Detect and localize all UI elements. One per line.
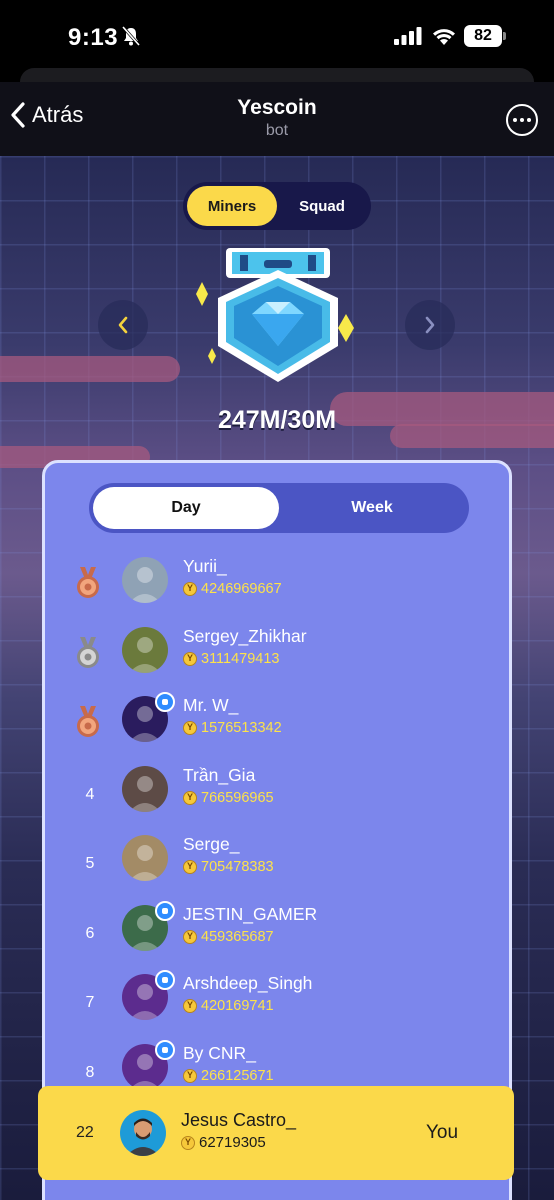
current-user-score-value: 62719305 xyxy=(199,1134,266,1151)
player-score: Y 459365687 xyxy=(183,929,274,945)
wifi-icon xyxy=(433,29,455,45)
verified-badge-icon xyxy=(155,1039,175,1060)
level-progress: 247M/30M xyxy=(217,406,337,434)
coin-icon: Y xyxy=(183,999,197,1013)
tab-squad[interactable]: Squad xyxy=(277,186,367,226)
player-score: Y 420169741 xyxy=(183,998,274,1014)
avatar xyxy=(120,1110,166,1156)
player-score-value: 266125671 xyxy=(201,1067,274,1084)
leaderboard-row[interactable]: 5 Serge_ Y 705478383 xyxy=(45,834,509,899)
status-bar: 9:13 82 xyxy=(0,0,554,72)
period-toggle: Day Week xyxy=(89,483,469,533)
background-cloud xyxy=(0,356,180,382)
cellular-signal-icon xyxy=(394,27,422,45)
user-avatar-icon xyxy=(126,1118,160,1156)
coin-icon: Y xyxy=(183,790,197,805)
current-user-rank: 22 xyxy=(76,1124,94,1141)
verified-badge-icon xyxy=(155,900,175,921)
tab-day[interactable]: Day xyxy=(93,487,279,529)
diamond-rank-badge-icon xyxy=(196,248,354,382)
rank-number: 5 xyxy=(85,855,95,872)
more-options-button[interactable] xyxy=(506,104,538,136)
avatar xyxy=(122,626,168,673)
silver-medal-icon xyxy=(77,636,99,668)
leaderboard-row[interactable]: Sergey_Zhikhar Y 3111479413 xyxy=(45,625,509,691)
clock: 9:13 xyxy=(68,24,119,51)
rank-number: 6 xyxy=(85,924,95,942)
player-score-value: 1576513342 xyxy=(201,720,282,736)
player-name: Serge_ xyxy=(183,834,240,854)
player-score-value: 3111479413 xyxy=(201,650,280,667)
more-dot-icon xyxy=(520,118,524,122)
player-score-value: 459365687 xyxy=(201,928,274,945)
coin-icon: Y xyxy=(183,929,197,944)
rank-number: 4 xyxy=(85,785,95,803)
user-avatar-icon xyxy=(129,845,161,881)
player-score: Y 766596965 xyxy=(183,790,274,806)
current-user-score: Y 62719305 xyxy=(181,1134,266,1151)
player-name: Yurii_ xyxy=(183,556,227,576)
chevron-right-icon xyxy=(425,316,435,334)
player-name: Sergey_Zhikhar xyxy=(183,625,307,646)
player-name: Trần_Gia xyxy=(183,764,256,785)
coin-icon: Y xyxy=(183,860,197,874)
player-score-value: 766596965 xyxy=(201,789,274,806)
player-score: Y 4246969667 xyxy=(183,581,282,597)
coin-icon: Y xyxy=(183,721,197,735)
nav-bar: Atrás Yescoin bot xyxy=(0,82,554,156)
player-score: Y 266125671 xyxy=(183,1068,274,1084)
chevron-left-icon xyxy=(118,316,128,334)
avatar xyxy=(122,765,168,812)
player-name: Arshdeep_Singh xyxy=(183,973,313,993)
verified-badge-icon xyxy=(155,970,175,990)
game-area: Miners Squad 247M/30M Day Week Yurii_ Y … xyxy=(0,156,554,1200)
user-avatar-icon xyxy=(129,775,161,812)
previous-level-button[interactable] xyxy=(98,300,148,350)
coin-icon: Y xyxy=(183,1068,197,1083)
avatar xyxy=(122,557,168,603)
player-name: JESTIN_GAMER xyxy=(183,903,318,924)
player-score-value: 705478383 xyxy=(201,859,274,875)
coin-icon: Y xyxy=(183,582,197,596)
leaderboard-row[interactable]: 7 Arshdeep_Singh Y 420169741 xyxy=(45,970,509,1038)
muted-bell-icon xyxy=(122,26,140,46)
player-score-value: 4246969667 xyxy=(201,581,282,597)
user-avatar-icon xyxy=(129,636,161,673)
leaderboard-row[interactable]: 6 JESTIN_GAMER Y 459365687 xyxy=(45,900,509,969)
current-user-name: Jesus Castro_ xyxy=(181,1110,297,1130)
player-score: Y 705478383 xyxy=(183,859,274,875)
current-user-row[interactable]: 22 Jesus Castro_ Y 62719305 You xyxy=(38,1086,514,1180)
page-title: Yescoin xyxy=(237,96,317,119)
more-dot-icon xyxy=(513,118,517,122)
leaderboard-row[interactable]: Yurii_ Y 4246969667 xyxy=(45,556,509,621)
coin-icon: Y xyxy=(181,1135,195,1150)
you-label: You xyxy=(426,1122,459,1143)
tab-miners[interactable]: Miners xyxy=(187,186,277,226)
player-name: Mr. W_ xyxy=(183,695,239,715)
bronze-medal-icon xyxy=(77,706,99,737)
more-dot-icon xyxy=(527,118,531,122)
player-score-value: 420169741 xyxy=(201,998,274,1014)
player-score: Y 3111479413 xyxy=(183,651,280,667)
rank-number: 8 xyxy=(85,1063,95,1081)
page-subtitle: bot xyxy=(265,122,289,139)
rank-number: 7 xyxy=(85,994,95,1011)
tab-week[interactable]: Week xyxy=(279,487,465,529)
next-level-button[interactable] xyxy=(405,300,455,350)
avatar xyxy=(122,835,168,881)
user-avatar-icon xyxy=(129,567,161,603)
coin-icon: Y xyxy=(183,651,197,666)
miners-squad-toggle: Miners Squad xyxy=(183,182,371,230)
battery-nub xyxy=(503,32,506,40)
leaderboard-row[interactable]: Mr. W_ Y 1576513342 xyxy=(45,692,509,760)
player-name: By CNR_ xyxy=(183,1042,256,1063)
verified-badge-icon xyxy=(155,692,175,712)
bronze-medal-icon xyxy=(77,567,99,598)
leaderboard-row[interactable]: 4 Trần_Gia Y 766596965 xyxy=(45,764,509,830)
player-score: Y 1576513342 xyxy=(183,720,282,736)
battery-indicator: 82 xyxy=(464,25,502,47)
